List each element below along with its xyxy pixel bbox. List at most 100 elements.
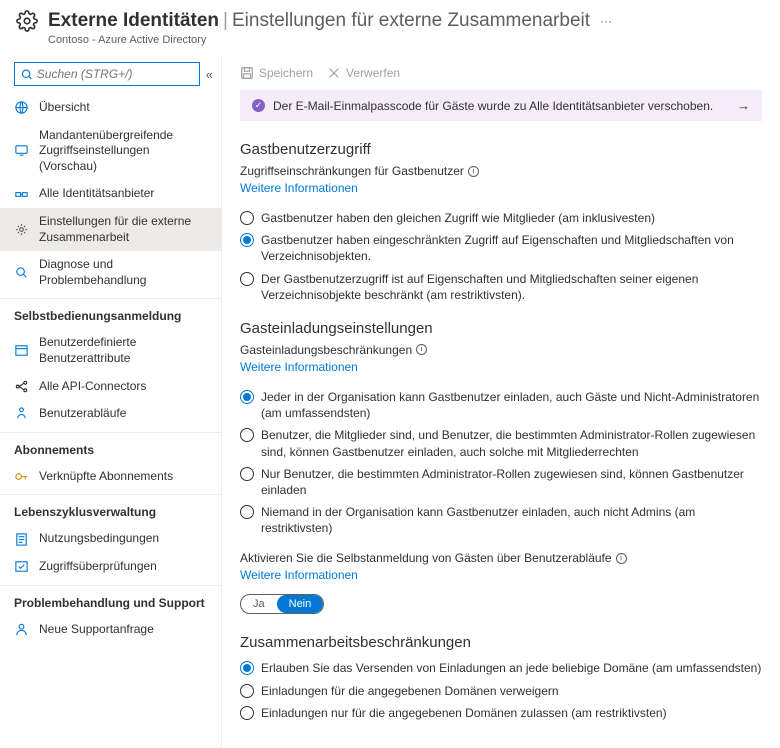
toolbar: Speichern Verwerfen — [240, 60, 762, 90]
radio-icon — [240, 467, 254, 481]
radio-icon — [240, 272, 254, 286]
sidebar-item[interactable]: Benutzerdefinierte Benutzerattribute — [0, 329, 221, 372]
sidebar-item-label: Diagnose und Problembehandlung — [39, 257, 207, 288]
radio-option[interactable]: Gastbenutzer haben eingeschränkten Zugri… — [240, 229, 762, 267]
page-title: Externe Identitäten — [48, 10, 219, 32]
sidebar-item[interactable]: Zugriffsüberprüfungen — [0, 553, 221, 581]
main-content: Speichern Verwerfen ✓ Der E-Mail-Einmalp… — [222, 56, 780, 748]
sidebar-item[interactable]: Neue Supportanfrage — [0, 616, 221, 644]
radio-label: Erlauben Sie das Versenden von Einladung… — [261, 660, 761, 676]
sidebar-item-label: Nutzungsbedingungen — [39, 531, 159, 547]
search-field[interactable] — [37, 67, 193, 81]
radio-option[interactable]: Gastbenutzer haben den gleichen Zugriff … — [240, 207, 762, 229]
radio-option[interactable]: Erlauben Sie das Versenden von Einladung… — [240, 657, 762, 679]
sidebar-item[interactable]: Einstellungen für die externe Zusammenar… — [0, 208, 221, 251]
breadcrumb: Contoso - Azure Active Directory — [0, 34, 780, 56]
section-title-invite: Gasteinladungseinstellungen — [240, 320, 762, 337]
sidebar-item[interactable]: Diagnose und Problembehandlung — [0, 251, 221, 294]
radio-icon — [240, 706, 254, 720]
nav-heading-abonnements: Abonnements — [0, 432, 221, 463]
check-icon: ✓ — [252, 99, 265, 112]
selfservice-toggle[interactable]: Ja Nein — [240, 594, 324, 614]
radio-icon — [240, 211, 254, 225]
globe-icon — [14, 100, 29, 115]
radio-option[interactable]: Einladungen nur für die angegebenen Domä… — [240, 702, 762, 724]
sidebar-item-label: Neue Supportanfrage — [39, 622, 154, 638]
radio-icon — [240, 661, 254, 675]
search-input[interactable] — [14, 62, 200, 86]
info-banner: ✓ Der E-Mail-Einmalpasscode für Gäste wu… — [240, 90, 762, 121]
discard-button[interactable]: Verwerfen — [327, 66, 400, 80]
sidebar: « Übersicht Mandantenübergreifende Zugrif… — [0, 56, 222, 748]
radio-label: Gastbenutzer haben den gleichen Zugriff … — [261, 210, 655, 226]
radio-label: Der Gastbenutzerzugriff ist auf Eigensch… — [261, 271, 762, 303]
radio-label: Nur Benutzer, die bestimmten Administrat… — [261, 466, 762, 498]
radio-option[interactable]: Jeder in der Organisation kann Gastbenut… — [240, 386, 762, 424]
info-icon[interactable]: i — [616, 553, 627, 564]
radio-icon — [240, 390, 254, 404]
radio-icon — [240, 428, 254, 442]
more-icon[interactable]: ··· — [600, 14, 612, 28]
banner-arrow-icon[interactable]: → — [737, 98, 750, 113]
sidebar-item[interactable]: Verknüpfte Abonnements — [0, 463, 221, 491]
sidebar-item-label: Benutzerabläufe — [39, 406, 126, 422]
connect-icon — [14, 187, 29, 202]
radio-option[interactable]: Niemand in der Organisation kann Gastben… — [240, 501, 762, 539]
radio-label: Einladungen nur für die angegebenen Domä… — [261, 705, 667, 721]
attrs-icon — [14, 343, 29, 358]
radio-option[interactable]: Einladungen für die angegebenen Domänen … — [240, 680, 762, 702]
reviews-icon — [14, 559, 29, 574]
gear-icon — [16, 10, 38, 32]
section-title-collab: Zusammenarbeitsbeschränkungen — [240, 634, 762, 651]
sidebar-item-label: Alle API-Connectors — [39, 379, 146, 395]
sidebar-item[interactable]: Nutzungsbedingungen — [0, 525, 221, 553]
field-label-invite: Gasteinladungsbeschränkungen i — [240, 343, 762, 357]
sidebar-item-label: Zugriffsüberprüfungen — [39, 559, 157, 575]
support-icon — [14, 622, 29, 637]
terms-icon — [14, 532, 29, 547]
field-label-guest-access: Zugriffseinschränkungen für Gastbenutzer… — [240, 164, 762, 178]
sidebar-item-label: Verknüpfte Abonnements — [39, 469, 173, 485]
link-invite-more[interactable]: Weitere Informationen — [240, 360, 358, 374]
gear-icon — [14, 222, 29, 237]
radio-option[interactable]: Nur Benutzer, die bestimmten Administrat… — [240, 463, 762, 501]
sidebar-item[interactable]: Benutzerabläufe — [0, 400, 221, 428]
radio-label: Niemand in der Organisation kann Gastben… — [261, 504, 762, 536]
radio-icon — [240, 684, 254, 698]
sidebar-item-label: Mandantenübergreifende Zugriffseinstellu… — [39, 128, 207, 175]
save-button[interactable]: Speichern — [240, 66, 313, 80]
collapse-sidebar-icon[interactable]: « — [206, 67, 213, 82]
radio-label: Jeder in der Organisation kann Gastbenut… — [261, 389, 762, 421]
page-subtitle: Einstellungen für externe Zusammenarbeit — [232, 10, 590, 32]
screen-icon — [14, 143, 29, 158]
sidebar-item[interactable]: Alle Identitätsanbieter — [0, 180, 221, 208]
link-selfservice-more[interactable]: Weitere Informationen — [240, 568, 358, 582]
field-label-selfservice: Aktivieren Sie die Selbstanmeldung von G… — [240, 551, 762, 565]
nav-heading-selfservice: Selbstbedienungsanmeldung — [0, 298, 221, 329]
sidebar-item[interactable]: Mandantenübergreifende Zugriffseinstellu… — [0, 122, 221, 181]
diagnose-icon — [14, 265, 29, 280]
banner-text: Der E-Mail-Einmalpasscode für Gäste wurd… — [273, 99, 713, 113]
section-title-guest-access: Gastbenutzerzugriff — [240, 141, 762, 158]
nav-heading-lifecycle: Lebenszyklusverwaltung — [0, 494, 221, 525]
radio-option[interactable]: Der Gastbenutzerzugriff ist auf Eigensch… — [240, 268, 762, 306]
nav-heading-support: Problembehandlung und Support — [0, 585, 221, 616]
page-header: Externe Identitäten | Einstellungen für … — [0, 0, 780, 34]
link-guest-access-more[interactable]: Weitere Informationen — [240, 181, 358, 195]
sidebar-item-label: Alle Identitätsanbieter — [39, 186, 154, 202]
sidebar-item-label: Übersicht — [39, 100, 90, 116]
sidebar-item[interactable]: Übersicht — [0, 94, 221, 122]
api-icon — [14, 379, 29, 394]
radio-icon — [240, 233, 254, 247]
sidebar-item[interactable]: Alle API-Connectors — [0, 373, 221, 401]
sidebar-item-label: Benutzerdefinierte Benutzerattribute — [39, 335, 207, 366]
info-icon[interactable]: i — [468, 166, 479, 177]
radio-option[interactable]: Benutzer, die Mitglieder sind, und Benut… — [240, 424, 762, 462]
flow-icon — [14, 406, 29, 421]
info-icon[interactable]: i — [416, 344, 427, 355]
sidebar-item-label: Einstellungen für die externe Zusammenar… — [39, 214, 207, 245]
radio-label: Einladungen für die angegebenen Domänen … — [261, 683, 559, 699]
radio-icon — [240, 505, 254, 519]
key-icon — [14, 469, 29, 484]
radio-label: Benutzer, die Mitglieder sind, und Benut… — [261, 427, 762, 459]
